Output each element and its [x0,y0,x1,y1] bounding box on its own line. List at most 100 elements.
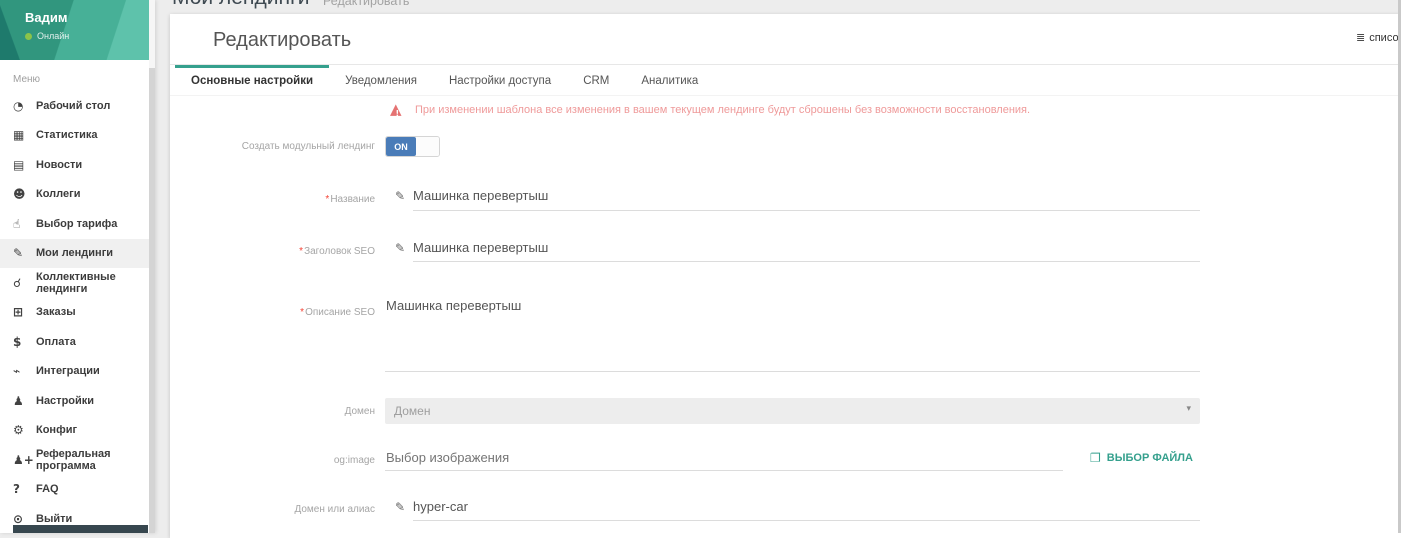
tab-bar: Основные настройки Уведомления Настройки… [170,64,1401,96]
sidebar-item-label: Настройки [36,395,94,407]
users-icon: ☻ [13,187,36,201]
toggle-track [416,137,439,156]
sidebar-scrollbar-thumb[interactable] [149,68,155,533]
tab-main-settings[interactable]: Основные настройки [175,65,329,95]
choose-file-button-label: ВЫБОР ФАЙЛА [1107,452,1193,464]
sidebar-item-label: Интеграции [36,365,100,377]
breadcrumb: Редактировать [323,0,409,8]
choose-file-button[interactable]: ❐ ВЫБОР ФАЙЛА [1090,451,1193,465]
sidebar-item-tariff[interactable]: ☝ Выбор тарифа [0,209,155,239]
required-mark: * [300,307,304,318]
sidebar-item-config[interactable]: ⚙ Конфиг [0,416,155,446]
modular-landing-toggle[interactable]: ON [385,136,440,157]
required-mark: * [325,194,329,205]
menu-section-label: Меню [0,60,155,91]
seo-title-input[interactable]: Машинка перевертыш [413,240,548,255]
sidebar-item-orders[interactable]: ⊞ Заказы [0,298,155,328]
dashboard-icon: ◔ [13,99,36,113]
warning-text: При изменении шаблона все изменения в ва… [415,104,1030,116]
domain-label: Домен [170,406,375,417]
user-plus-icon: ♟+ [13,453,36,467]
og-image-input[interactable]: Выбор изображения [386,450,509,465]
sidebar-item-label: Рабочий стол [36,100,110,112]
question-icon: ? [13,482,36,496]
sidebar-bottom-panel [13,525,148,533]
sidebar-item-label: Коллеги [36,188,80,200]
required-mark: * [299,246,303,257]
bar-chart-icon: ▦ [13,128,36,142]
domain-select[interactable]: Домен ▾ [385,398,1200,424]
folder-icon: ❐ [1090,451,1101,465]
sidebar-item-label: Выйти [36,513,72,525]
hand-pointer-icon: ☝ [13,217,36,231]
tab-crm[interactable]: CRM [567,65,625,95]
pencil-icon: ✎ [395,189,405,203]
sidebar-scrollbar[interactable] [149,0,155,533]
caret-down-icon: ▾ [1186,404,1191,414]
name-input-underline [413,210,1200,211]
domain-alias-label: Домен или алиас [170,504,375,515]
sidebar-item-label: Выбор тарифа [36,218,117,230]
pencil-icon: ✎ [395,241,405,255]
seo-description-underline [385,371,1200,372]
toggle-on-label: ON [386,137,416,156]
edit-card: Редактировать ≣ список Основные настройк… [170,14,1401,538]
share-icon: ☌ [13,276,36,290]
name-input[interactable]: Машинка перевертыш [413,188,548,203]
og-image-input-underline [385,470,1063,471]
sidebar-item-colleagues[interactable]: ☻ Коллеги [0,180,155,210]
sidebar-item-label: Новости [36,159,82,171]
template-change-warning: ▲ При изменении шаблона все изменения в … [390,102,1030,117]
sidebar-item-label: Реферальная программа [36,448,155,472]
sidebar-user-header: Вадим Онлайн [0,0,155,60]
tab-analytics[interactable]: Аналитика [625,65,714,95]
user-status: Онлайн [25,31,69,41]
page-title: Мои лендинги [172,0,309,10]
sidebar-item-dashboard[interactable]: ◔ Рабочий стол [0,91,155,121]
sidebar-item-referral[interactable]: ♟+ Реферальная программа [0,445,155,475]
sidebar-item-news[interactable]: ▤ Новости [0,150,155,180]
dollar-icon: $ [13,335,36,349]
edit-icon: ✎ [13,246,36,260]
sidebar-item-settings[interactable]: ♟ Настройки [0,386,155,416]
newspaper-icon: ▤ [13,158,36,172]
sidebar-item-collective-landings[interactable]: ☌ Коллективные лендинги [0,268,155,298]
warning-icon: ▲ [390,102,406,117]
seo-description-label: *Описание SEO [170,307,375,318]
seo-title-input-underline [413,261,1200,262]
og-image-label: og:image [170,455,375,466]
list-icon: ≣ [1356,31,1365,44]
tab-notifications[interactable]: Уведомления [329,65,433,95]
tab-access-settings[interactable]: Настройки доступа [433,65,567,95]
sidebar-item-label: Конфиг [36,424,77,436]
domain-alias-input[interactable]: hyper-car [413,499,468,514]
sidebar-item-integrations[interactable]: ⌁ Интеграции [0,357,155,387]
sidebar-item-label: Мои лендинги [36,247,113,259]
seo-description-textarea[interactable]: Машинка перевертыш [386,298,521,313]
plug-icon: ⌁ [13,364,36,378]
name-label: *Название [170,194,375,205]
sidebar-item-statistics[interactable]: ▦ Статистика [0,121,155,151]
domain-select-placeholder: Домен [394,404,431,418]
sidebar-item-payment[interactable]: $ Оплата [0,327,155,357]
sidebar-item-label: Коллективные лендинги [36,271,155,295]
pencil-icon: ✎ [395,500,405,514]
online-status-icon [25,33,32,40]
page-header-strip: Мои лендинги Редактировать [155,0,1401,14]
seo-title-label: *Заголовок SEO [170,246,375,257]
sidebar-item-faq[interactable]: ? FAQ [0,475,155,505]
power-icon: ⊙ [13,512,36,526]
card-title: Редактировать [213,29,351,52]
sidebar: Вадим Онлайн Меню ◔ Рабочий стол ▦ Стати… [0,0,155,533]
domain-alias-input-underline [413,520,1200,521]
sidebar-item-label: Статистика [36,129,98,141]
sidebar-item-my-landings[interactable]: ✎ Мои лендинги [0,239,155,269]
cart-icon: ⊞ [13,305,36,319]
cogs-icon: ⚙ [13,423,36,437]
sidebar-item-label: Заказы [36,306,76,318]
list-button[interactable]: ≣ список [1356,31,1401,44]
modular-landing-label: Создать модульный лендинг [170,141,375,152]
sidebar-item-label: Оплата [36,336,76,348]
user-icon: ♟ [13,394,36,408]
user-name: Вадим [25,10,67,25]
